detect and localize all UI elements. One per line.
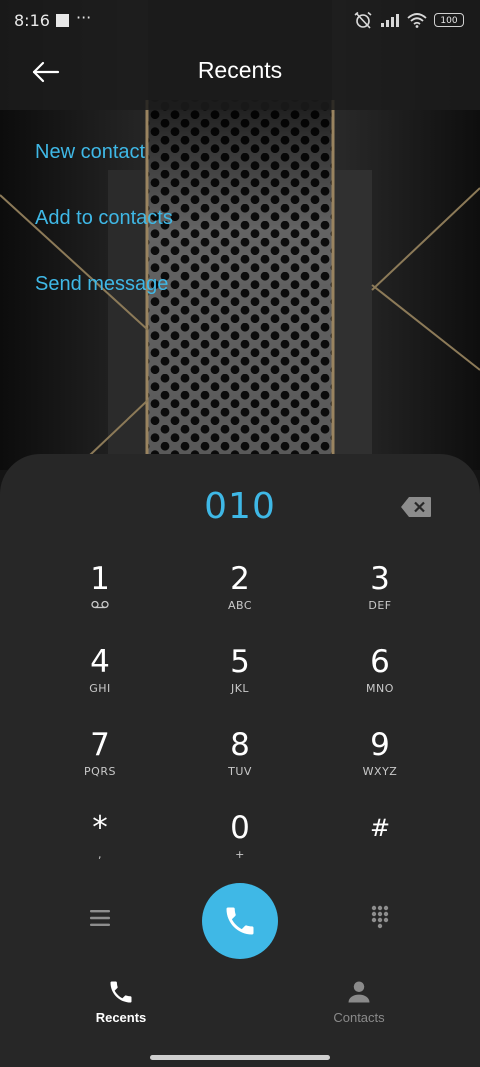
key-letters (320, 848, 440, 862)
menu-button[interactable] (84, 902, 116, 934)
key-digit: 2 (230, 561, 250, 597)
battery-icon: 100 (434, 13, 464, 27)
key-letters: + (235, 848, 245, 861)
key-letters: DEF (368, 599, 392, 612)
key-letters: MNO (366, 682, 394, 695)
key-7[interactable]: 7 PQRS (40, 724, 160, 798)
backspace-button[interactable] (400, 496, 432, 518)
key-0[interactable]: 0 + (180, 807, 300, 881)
key-digit: # (369, 814, 391, 842)
key-hash[interactable]: # (320, 807, 440, 881)
add-to-contacts-link[interactable]: Add to contacts (35, 207, 173, 230)
backspace-icon (401, 497, 431, 517)
key-6[interactable]: 6 MNO (320, 641, 440, 715)
status-icons: 100 (353, 11, 464, 29)
app-header: Recents (0, 44, 480, 100)
key-5[interactable]: 5 JKL (180, 641, 300, 715)
call-button[interactable] (202, 883, 278, 959)
tab-recents[interactable]: Recents (61, 978, 181, 1034)
home-indicator[interactable] (150, 1055, 330, 1060)
send-message-link[interactable]: Send message (35, 273, 168, 296)
key-digit: 9 (370, 727, 390, 763)
person-icon (348, 981, 370, 1003)
tab-recents-label: Recents (95, 1010, 147, 1025)
signal-icon (381, 14, 399, 27)
key-letters: WXYZ (362, 765, 398, 778)
key-letters: , (98, 848, 102, 861)
dialpad-toggle-button[interactable] (364, 902, 396, 934)
tab-contacts[interactable]: Contacts (299, 978, 419, 1034)
alarm-off-icon (354, 11, 372, 29)
key-digit: * (92, 810, 108, 846)
key-1[interactable]: 1 (40, 558, 160, 632)
key-3[interactable]: 3 DEF (320, 558, 440, 632)
page-title: Recents (197, 57, 283, 83)
key-digit: 6 (370, 644, 390, 680)
key-digit: 8 (230, 727, 250, 763)
new-contact-link[interactable]: New contact (35, 141, 145, 164)
phone-icon (226, 907, 254, 935)
key-2[interactable]: 2 ABC (180, 558, 300, 632)
key-9[interactable]: 9 WXYZ (320, 724, 440, 798)
key-digit: 0 (230, 810, 250, 846)
dialpad-icon (371, 905, 389, 929)
key-letters (40, 599, 160, 613)
key-letters: JKL (230, 682, 250, 695)
key-letters: ABC (227, 599, 253, 612)
voicemail-icon (91, 600, 109, 609)
key-8[interactable]: 8 TUV (180, 724, 300, 798)
status-time: 8:16 (14, 11, 50, 30)
key-letters: GHI (89, 682, 111, 695)
key-digit: 1 (90, 561, 110, 597)
more-notifications-icon: ··· (76, 8, 92, 27)
status-bar: 8:16 ··· 100 (0, 0, 480, 44)
tab-contacts-label: Contacts (333, 1010, 385, 1025)
menu-icon (90, 910, 110, 926)
key-star[interactable]: * , (40, 807, 160, 881)
key-digit: 5 (230, 644, 250, 680)
key-digit: 4 (90, 644, 110, 680)
key-letters: PQRS (84, 765, 116, 778)
phone-icon (110, 981, 132, 1003)
key-4[interactable]: 4 GHI (40, 641, 160, 715)
key-letters: TUV (228, 765, 252, 778)
key-digit: 3 (370, 561, 390, 597)
key-digit: 7 (90, 727, 110, 763)
notification-icon (56, 14, 69, 27)
dialer-panel: 010 1 2 ABC 3 DEF 4 GHI 5 JKL 6 MNO 7 PQ… (0, 454, 480, 1067)
wifi-icon (407, 13, 427, 28)
dialer-screen: 8:16 ··· 100 Recents New contact Add to … (0, 0, 480, 1067)
